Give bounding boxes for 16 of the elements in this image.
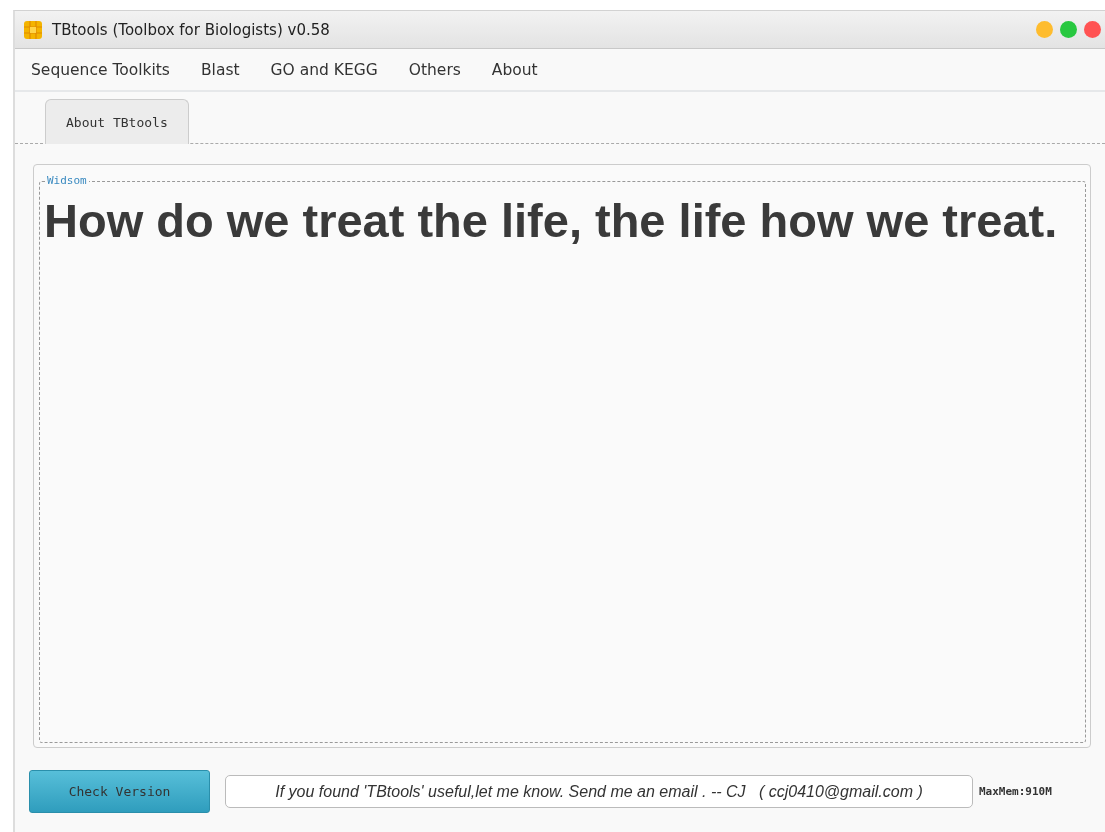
window-title: TBtools (Toolbox for Biologists) v0.58 — [52, 20, 330, 39]
tab[interactable]: About TBtools — [45, 99, 189, 144]
check-version-button[interactable]: Check Version — [29, 770, 210, 813]
menu-item[interactable]: About — [491, 60, 538, 79]
menu-item[interactable]: Blast — [200, 60, 240, 79]
menu-item[interactable]: Others — [408, 60, 461, 79]
memory-label: MaxMem:910M — [979, 785, 1052, 798]
fieldset-legend: Widsom — [45, 174, 89, 187]
menu-item[interactable]: GO and KEGG — [270, 60, 378, 79]
window-control-button[interactable] — [1036, 21, 1053, 38]
message-field[interactable]: If you found 'TBtools' useful,let me know. Send me an email . -- CJ ( ccj0410@gmail.com ) — [225, 775, 973, 808]
window-control-button[interactable] — [1060, 21, 1077, 38]
grid-icon — [23, 19, 43, 40]
window-control-button[interactable] — [1084, 21, 1101, 38]
quote-text: How do we treat the life, the life how we treat. — [44, 193, 1059, 249]
menu-item[interactable]: Sequence Toolkits — [31, 60, 170, 79]
